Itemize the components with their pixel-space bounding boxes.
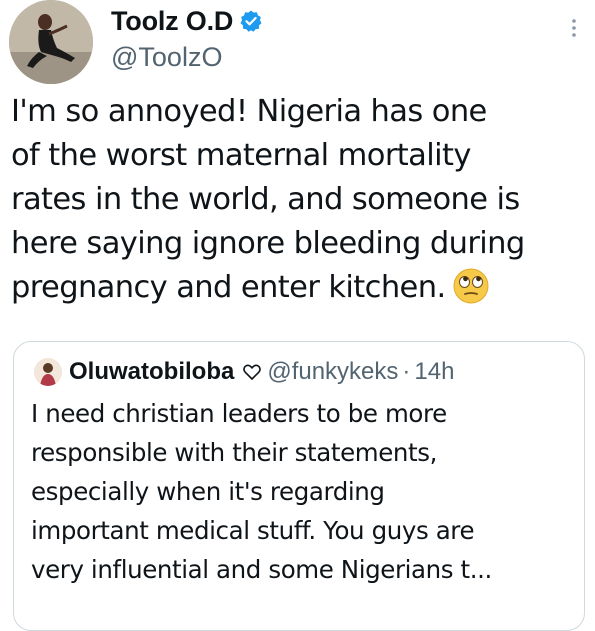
verified-badge-icon: [240, 10, 262, 32]
quoted-separator: ·: [402, 358, 411, 385]
more-options-icon[interactable]: [565, 16, 583, 40]
quoted-author-name[interactable]: Oluwatobiloba: [69, 358, 234, 386]
quoted-tweet-text: I need christian leaders to be more resp…: [31, 399, 492, 584]
author-handle[interactable]: @ToolzO: [111, 42, 222, 73]
author-name-row: Toolz O.D: [111, 4, 263, 38]
author-avatar[interactable]: [9, 0, 93, 84]
quoted-author-handle[interactable]: @funkykeks: [267, 358, 398, 386]
face-with-rolling-eyes-icon: [453, 268, 489, 304]
quoted-tweet-header: Oluwatobiloba @funkykeks · 14h: [34, 357, 454, 387]
quoted-author-avatar[interactable]: [34, 358, 62, 386]
quoted-timestamp[interactable]: 14h: [414, 358, 454, 386]
tweet-text: I'm so annoyed! Nigeria has one of the w…: [11, 90, 589, 310]
heart-outline-icon: [243, 364, 262, 380]
tweet-text-content: I'm so annoyed! Nigeria has one of the w…: [11, 94, 525, 305]
quoted-tweet-card[interactable]: Oluwatobiloba @funkykeks · 14h I need ch…: [13, 341, 585, 631]
author-display-name[interactable]: Toolz O.D: [111, 6, 233, 37]
tweet: Toolz O.D @ToolzO I'm so annoyed! Nigeri…: [0, 0, 595, 631]
